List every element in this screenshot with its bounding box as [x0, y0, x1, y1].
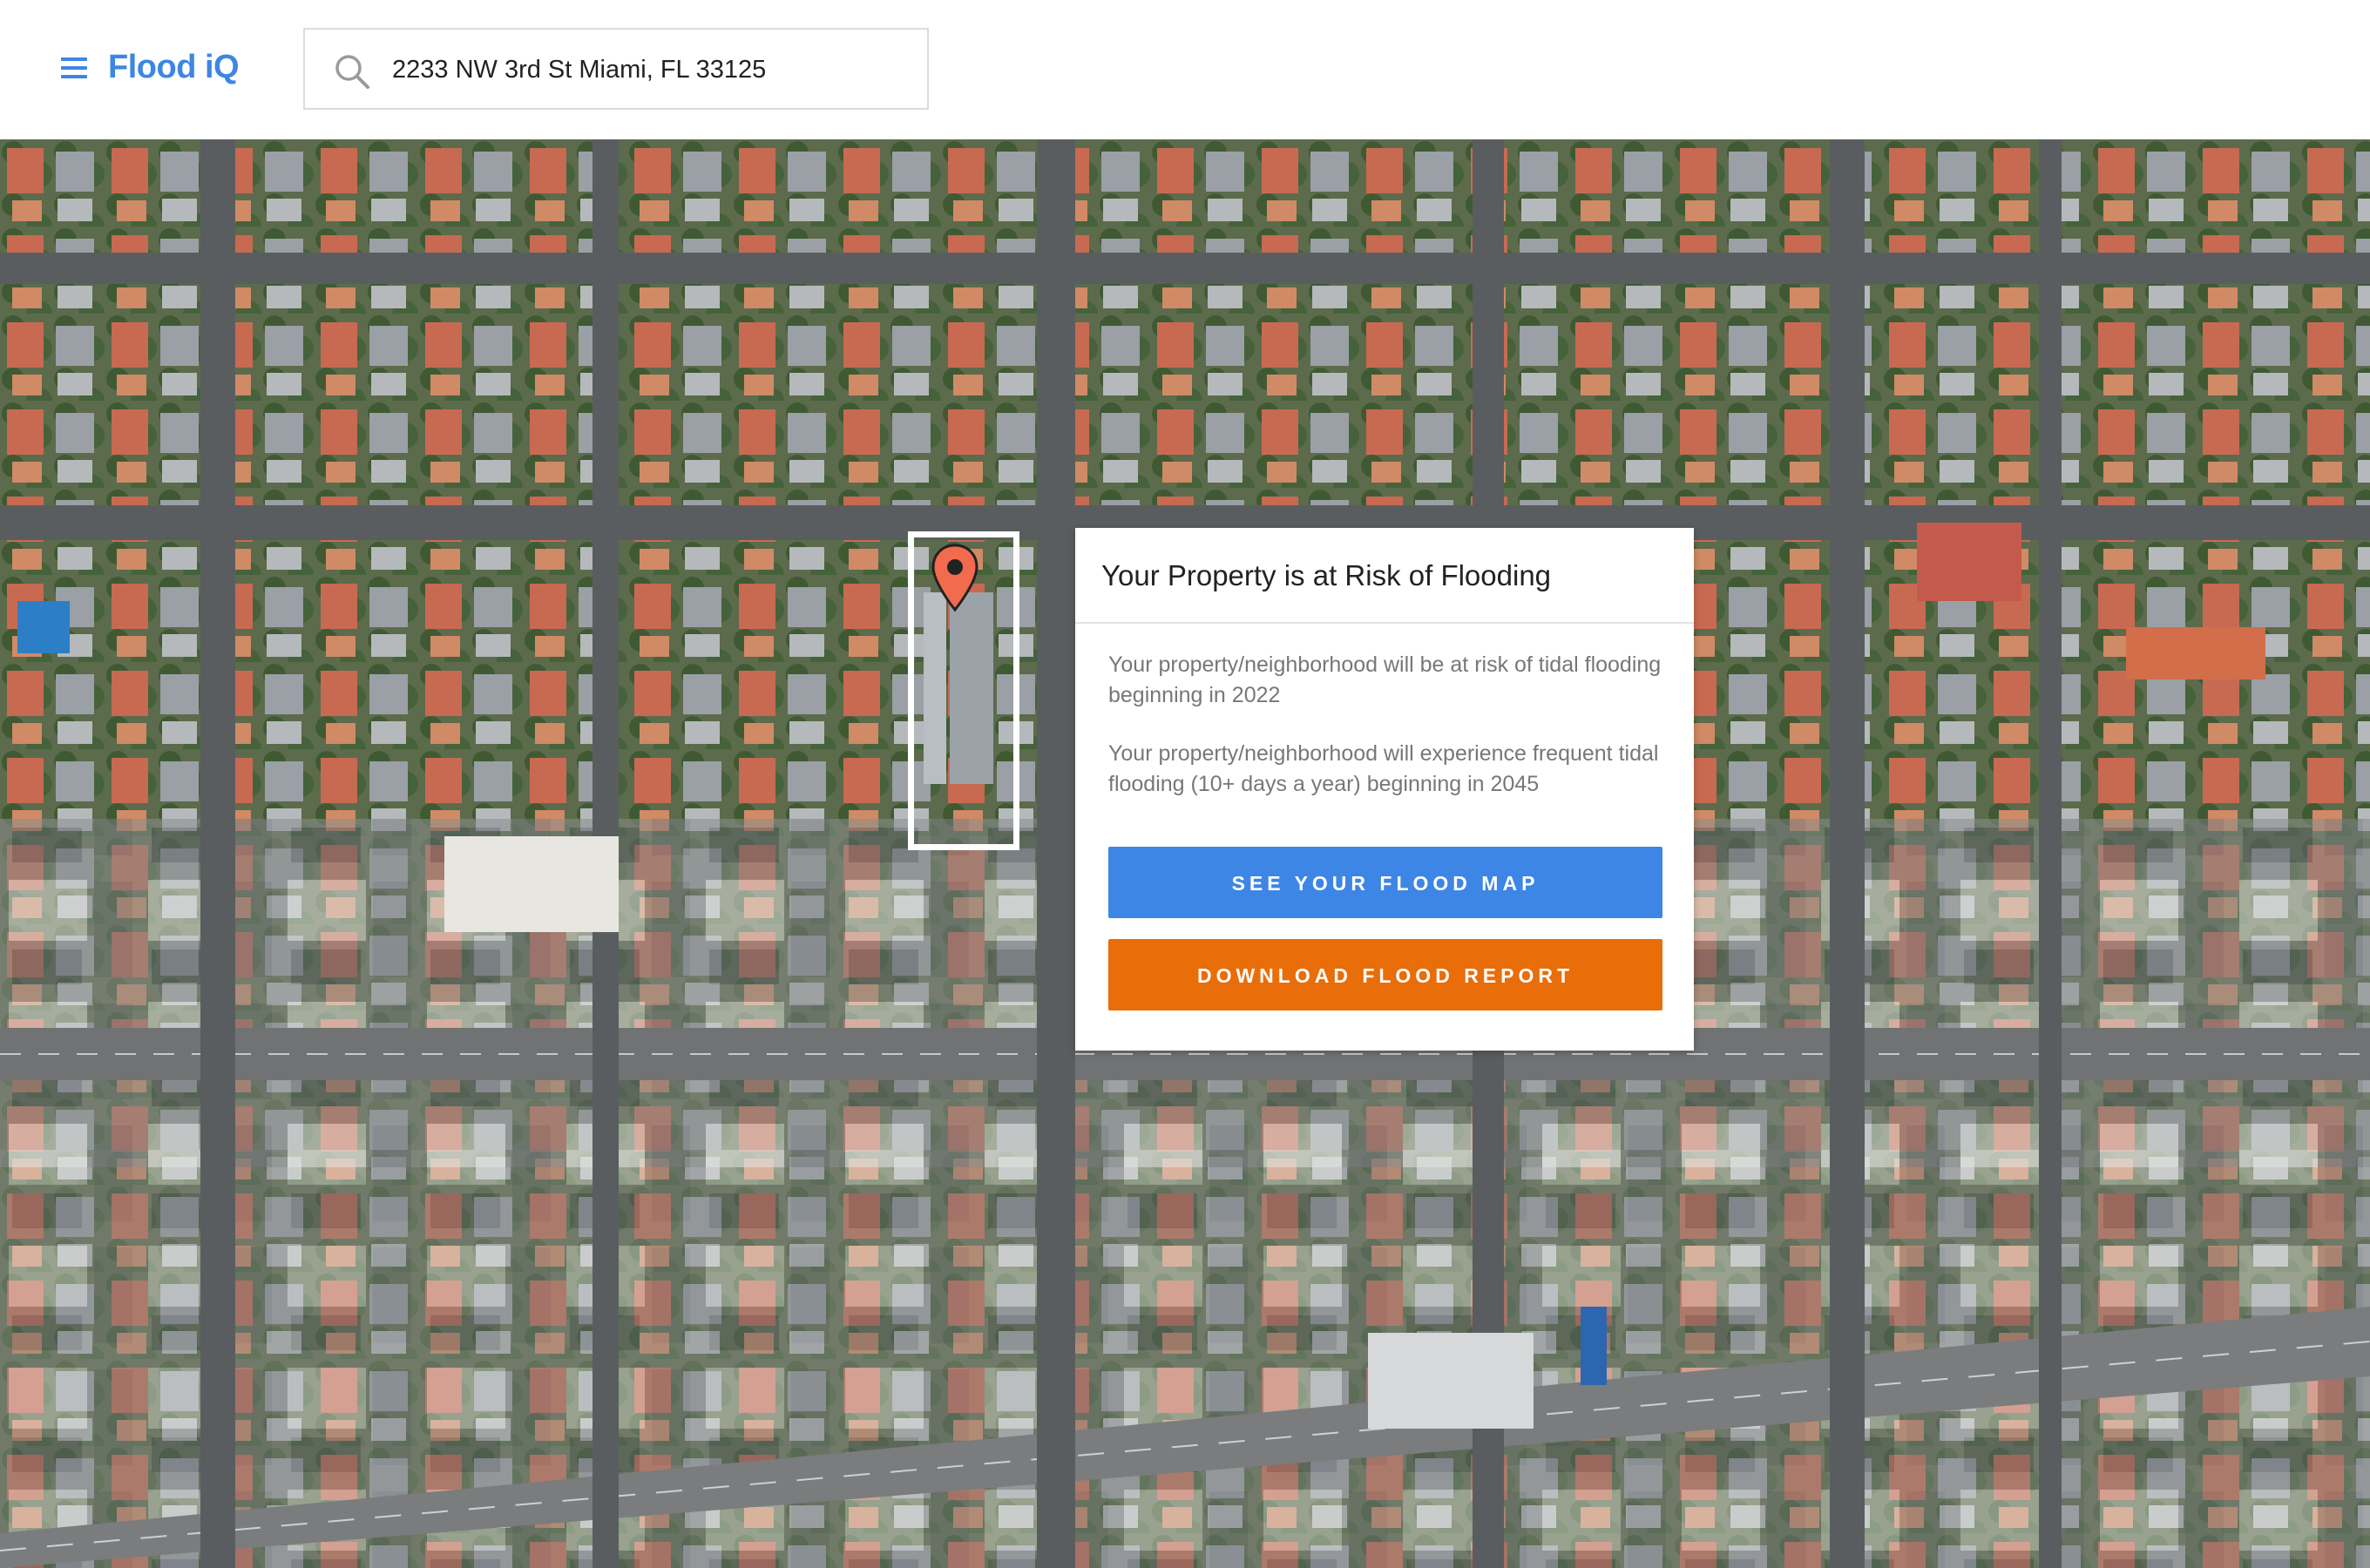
top-bar: Flood iQ	[0, 0, 2370, 139]
download-flood-report-button[interactable]: DOWNLOAD FLOOD REPORT	[1108, 939, 1662, 1010]
risk-start-text: Your property/neighborhood will be at ri…	[1108, 652, 1662, 707]
app-logo[interactable]: Flood iQ	[108, 45, 240, 89]
flood-risk-card: Your Property is at Risk of Flooding You…	[1075, 528, 1694, 1051]
location-pin-icon[interactable]	[931, 544, 979, 612]
see-flood-map-button[interactable]: SEE YOUR FLOOD MAP	[1108, 847, 1662, 918]
hamburger-menu-icon[interactable]	[61, 51, 89, 85]
frequent-flooding-text: Your property/neighborhood will experien…	[1108, 741, 1659, 796]
address-search-box[interactable]	[303, 28, 929, 110]
satellite-map[interactable]: Your Property is at Risk of Flooding You…	[0, 139, 2370, 1568]
card-divider	[1075, 622, 1694, 624]
search-icon[interactable]	[333, 52, 371, 91]
address-search-input[interactable]	[392, 45, 906, 94]
card-title: Your Property is at Risk of Flooding	[1101, 559, 1552, 591]
